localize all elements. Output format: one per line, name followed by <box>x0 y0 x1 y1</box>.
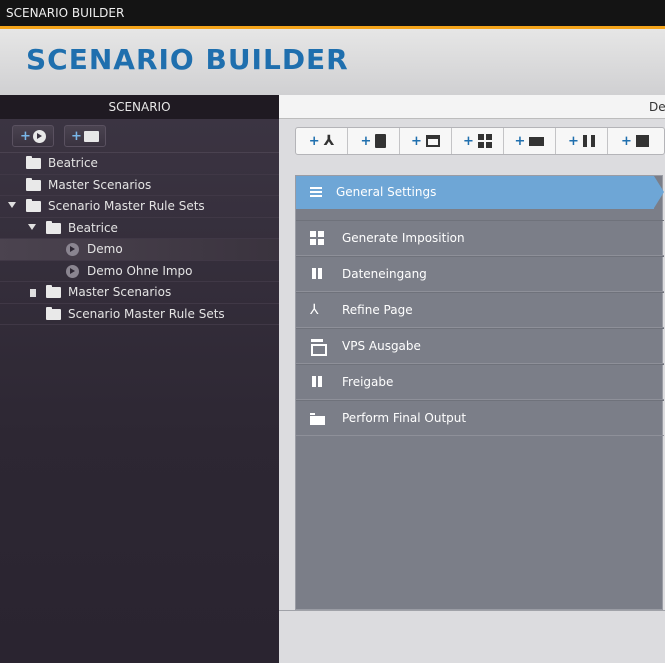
scenario-panel: SCENARIO + + Beatrice Master Scenarios S… <box>0 95 279 663</box>
plus-icon: + <box>463 133 474 149</box>
folder-icon <box>46 220 61 234</box>
list-icon <box>310 187 322 197</box>
divider <box>279 610 665 611</box>
workflow-step[interactable]: Freigabe <box>296 364 664 400</box>
acrobat-icon: ⅄ <box>310 302 319 318</box>
tree-item[interactable]: Scenario Master Rule Sets <box>0 196 279 218</box>
scenario-toolbar: + + <box>0 119 279 153</box>
caret-down-icon[interactable] <box>28 223 36 230</box>
tree-item[interactable]: Demo <box>0 239 279 261</box>
pause-icon <box>582 135 595 147</box>
tree-item[interactable]: Demo Ohne Impo <box>0 261 279 282</box>
scenario-icon <box>66 264 79 278</box>
tree-item-label: Scenario Master Rule Sets <box>48 199 205 213</box>
list-icon <box>635 135 649 147</box>
plus-icon: + <box>360 133 372 149</box>
add-list-button[interactable]: + <box>608 128 662 154</box>
app-title: SCENARIO BUILDER <box>26 43 349 76</box>
tree-item-label: Beatrice <box>48 156 98 170</box>
workflow-step[interactable]: Dateneingang <box>296 256 664 292</box>
folder-icon <box>26 177 41 191</box>
document-gear-icon <box>375 134 387 148</box>
tab-label[interactable]: De <box>649 100 665 114</box>
add-acrobat-button[interactable]: + ⅄ <box>296 128 348 154</box>
plus-icon: + <box>411 133 422 149</box>
pause-icon <box>310 267 324 281</box>
folder-icon <box>26 199 41 212</box>
panel-title: SCENARIO <box>0 95 279 119</box>
folder-icon <box>46 306 61 320</box>
workflow-step[interactable]: Perform Final Output <box>296 400 664 436</box>
tree-item[interactable]: Beatrice <box>0 153 279 175</box>
grid-icon <box>310 231 324 245</box>
add-printer-button[interactable]: + <box>400 128 452 154</box>
app-header: SCENARIO BUILDER <box>0 29 665 95</box>
general-settings-step[interactable]: General Settings <box>296 176 664 209</box>
step-list: Generate Imposition Dateneingang ⅄ Refin… <box>296 220 664 436</box>
printer-icon <box>310 339 327 356</box>
workflow-stage: General Settings Generate Imposition Dat… <box>295 175 664 610</box>
window-title: SCENARIO BUILDER <box>0 0 665 26</box>
step-label: Freigabe <box>342 375 394 389</box>
workflow-step[interactable]: VPS Ausgabe <box>296 328 664 364</box>
tab-strip: De <box>279 95 665 119</box>
add-document-gear-button[interactable]: + <box>348 128 400 154</box>
tree-item-label: Demo Ohne Impo <box>87 263 193 278</box>
add-folder-button[interactable]: + <box>64 125 106 147</box>
workflow-area: + ⅄ + + + + + + General Settings Generat… <box>279 119 665 663</box>
plus-icon: + <box>514 133 526 149</box>
output-tray-icon <box>310 411 325 425</box>
tree-item-label: Master Scenarios <box>68 285 172 299</box>
plus-icon: + <box>71 128 82 144</box>
folder-icon <box>46 285 61 298</box>
folder-icon <box>26 156 41 169</box>
step-label: Perform Final Output <box>342 411 467 425</box>
printer-icon <box>425 135 440 147</box>
scenario-icon <box>66 243 79 256</box>
caret-right-icon[interactable] <box>30 289 36 297</box>
folder-icon <box>83 130 99 142</box>
grid-icon <box>477 134 492 148</box>
plus-icon: + <box>20 128 31 144</box>
pause-icon <box>310 375 324 389</box>
workflow-step[interactable]: Generate Imposition <box>296 220 664 256</box>
output-tray-icon <box>529 136 545 146</box>
add-scenario-button[interactable]: + <box>12 125 54 147</box>
tree-item-label: Demo <box>87 242 123 256</box>
tree-item[interactable]: Beatrice <box>0 218 279 239</box>
step-label: VPS Ausgabe <box>342 339 421 353</box>
scenario-arrow-icon <box>32 129 46 143</box>
step-label: General Settings <box>336 185 437 199</box>
step-label: Refine Page <box>342 303 413 317</box>
acrobat-icon: ⅄ <box>323 133 335 149</box>
step-label: Dateneingang <box>342 267 427 281</box>
workflow-step[interactable]: ⅄ Refine Page <box>296 292 664 328</box>
tree-item[interactable]: Master Scenarios <box>0 175 279 196</box>
add-grid-button[interactable]: + <box>452 128 504 154</box>
step-label: Generate Imposition <box>342 231 465 245</box>
add-output-tray-button[interactable]: + <box>504 128 556 154</box>
plus-icon: + <box>621 133 632 149</box>
tree-item-label: Scenario Master Rule Sets <box>68 306 225 321</box>
caret-down-icon[interactable] <box>8 202 16 208</box>
tree-item[interactable]: Scenario Master Rule Sets <box>0 304 279 325</box>
tree-item[interactable]: Master Scenarios <box>0 282 279 304</box>
action-toolbar: + ⅄ + + + + + + <box>295 127 665 155</box>
tree-item-label: Master Scenarios <box>48 177 152 192</box>
tree-item-label: Beatrice <box>68 220 118 235</box>
plus-icon: + <box>308 133 320 149</box>
add-pause-button[interactable]: + <box>556 128 608 154</box>
scenario-tree: Beatrice Master Scenarios Scenario Maste… <box>0 153 279 325</box>
plus-icon: + <box>568 133 579 149</box>
